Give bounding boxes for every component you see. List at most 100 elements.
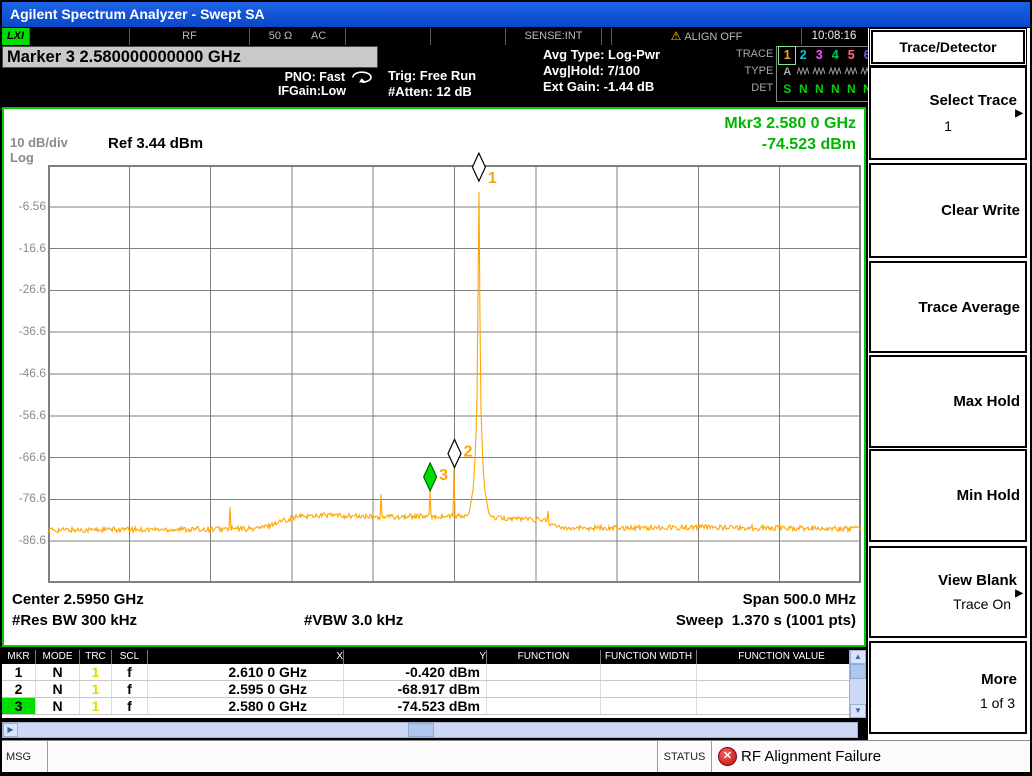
scroll-right-button[interactable] [3, 723, 18, 737]
marker-table-header: MKRMODETRCSCLXYFUNCTIONFUNCTION WIDTHFUN… [2, 650, 866, 664]
marker-table-cell: 1 [80, 664, 112, 680]
ref-level-label: Ref 3.44 dBm [108, 135, 203, 152]
trace-detector: S [779, 81, 795, 98]
scale-type-label: Log [10, 150, 34, 165]
datetime-display: 10:08:16 AM Oct 07, 2021 [802, 28, 866, 45]
graticule: 1 23 [48, 165, 861, 583]
warning-triangle-icon: ⚠ [671, 29, 682, 43]
y-axis-tick-label: -26.6 [6, 282, 46, 296]
clear-write-button[interactable]: Clear Write [869, 163, 1027, 258]
marker-table-column-header: MKR [2, 650, 36, 664]
marker-table-cell: 2.610 0 GHz [148, 664, 344, 680]
top-status-strip: LXI RF 50 Ω AC SENSE:INT ⚠ALIGN OFF 10:0… [2, 28, 866, 45]
atten-label: #Atten: 12 dB [388, 84, 476, 100]
view-blank-value: Trace On [953, 596, 1011, 612]
marker-table-cell [697, 698, 866, 714]
span-label: Span 500.0 MHz [743, 591, 856, 608]
marker-table-cell [487, 698, 601, 714]
trace-type: A [779, 64, 795, 81]
rf-indicator: RF [130, 28, 250, 45]
trace-type [827, 64, 843, 81]
pno-block: PNO: Fast IFGain:Low [240, 70, 374, 98]
marker-readout-freq: Mkr3 2.580 0 GHz [724, 113, 856, 134]
message-area [48, 741, 658, 772]
coupling-value: AC [311, 28, 326, 45]
scale-per-div-label: 10 dB/div [10, 135, 68, 150]
submenu-arrow-icon [1015, 588, 1023, 599]
marker-readout: Mkr3 2.580 0 GHz -74.523 dBm [724, 113, 856, 155]
select-trace-value: 1 [871, 118, 1025, 134]
spectrum-analyzer-screen: Agilent Spectrum Analyzer - Swept SA LXI… [0, 0, 1032, 776]
marker-table-cell: 2.595 0 GHz [148, 681, 344, 697]
legend-row-det: SNNNNN [779, 81, 875, 98]
trace-type-waveform-icon [844, 66, 858, 76]
more-button[interactable]: More 1 of 3 [869, 641, 1027, 734]
y-axis-tick-label: -66.6 [6, 450, 46, 464]
svg-text:1: 1 [488, 170, 497, 187]
marker-table-row[interactable]: 2N1f2.595 0 GHz-68.917 dBm [2, 681, 866, 698]
input-impedance-coupling: 50 Ω AC [250, 28, 346, 45]
y-axis-tick-label: -36.6 [6, 324, 46, 338]
marker-table-cell [697, 681, 866, 697]
horizontal-scroll-thumb[interactable] [408, 723, 434, 737]
trace-number: 1 [779, 47, 795, 64]
continuous-sweep-icon [350, 71, 374, 84]
marker-table-rows: 1N1f2.610 0 GHz-0.420 dBm2N1f2.595 0 GHz… [2, 664, 866, 715]
marker-table-cell: f [112, 698, 148, 714]
view-blank-label: View Blank [938, 572, 1017, 589]
marker-table-cell [601, 681, 697, 697]
menu-title: Trace/Detector [871, 30, 1025, 64]
det-row-label: DET [736, 80, 773, 97]
marker-table-cell: 1 [2, 664, 36, 680]
sweep-label: Sweep 1.370 s (1001 pts) [676, 612, 856, 629]
view-blank-button[interactable]: View Blank Trace On [869, 546, 1027, 638]
marker-table-cell: -0.420 dBm [344, 664, 487, 680]
trace-average-button[interactable]: Trace Average [869, 261, 1027, 353]
trace-legend: TRACE TYPE DET 123456ASNNNNN [736, 46, 866, 102]
trace-number: 4 [827, 47, 843, 64]
marker-table-column-header: X [148, 650, 344, 664]
vertical-scroll-thumb[interactable] [850, 664, 866, 679]
marker-table-cell: -68.917 dBm [344, 681, 487, 697]
more-page-value: 1 of 3 [980, 695, 1015, 711]
select-trace-button[interactable]: Select Trace 1 [869, 66, 1027, 160]
status-cell-empty-2 [346, 28, 431, 45]
svg-text:2: 2 [464, 443, 473, 460]
trig-label: Trig: Free Run [388, 68, 476, 84]
marker-table-row[interactable]: 1N1f2.610 0 GHz-0.420 dBm [2, 664, 866, 681]
ifgain-label: IFGain:Low [240, 84, 374, 98]
marker-table-column-header: FUNCTION VALUE [697, 650, 866, 664]
svg-text:3: 3 [439, 467, 448, 484]
min-hold-button[interactable]: Min Hold [869, 449, 1027, 542]
marker-table-row[interactable]: 3N1f2.580 0 GHz-74.523 dBm [2, 698, 866, 715]
trace-type-waveform-icon [828, 66, 842, 76]
horizontal-scrollbar[interactable] [2, 722, 858, 738]
status-cell-empty-1 [30, 28, 130, 45]
marker-table-column-header: SCL [112, 650, 148, 664]
max-hold-button[interactable]: Max Hold [869, 355, 1027, 448]
trace-type [843, 64, 859, 81]
scroll-down-button[interactable] [850, 704, 866, 718]
align-off-label: ALIGN OFF [684, 31, 742, 43]
marker-table-cell: N [36, 664, 80, 680]
center-freq-label: Center 2.5950 GHz [12, 591, 144, 608]
marker-table-cell: f [112, 664, 148, 680]
type-row-label: TYPE [736, 63, 773, 80]
marker-table-cell: 2 [2, 681, 36, 697]
impedance-value: 50 Ω [269, 28, 293, 45]
trace-legend-values[interactable]: 123456ASNNNNN [776, 46, 878, 102]
marker-table-scrollbar[interactable] [849, 650, 866, 718]
marker-table-cell [601, 664, 697, 680]
trace-detector: N [795, 81, 811, 98]
vbw-label: #VBW 3.0 kHz [304, 612, 403, 629]
trace-number: 2 [795, 47, 811, 64]
avg-hold-label: Avg|Hold: 7/100 [543, 63, 660, 79]
legend-row-n: 123456 [779, 47, 875, 64]
marker-table-cell: 2.580 0 GHz [148, 698, 344, 714]
trace-type-waveform-icon [796, 66, 810, 76]
align-off-indicator: ⚠ALIGN OFF [612, 28, 802, 45]
trace-legend-labels: TRACE TYPE DET [736, 46, 776, 102]
scroll-up-button[interactable] [850, 650, 866, 664]
marker-table-column-header: FUNCTION [487, 650, 601, 664]
active-function-readout[interactable]: Marker 3 2.580000000000 GHz [2, 46, 378, 68]
